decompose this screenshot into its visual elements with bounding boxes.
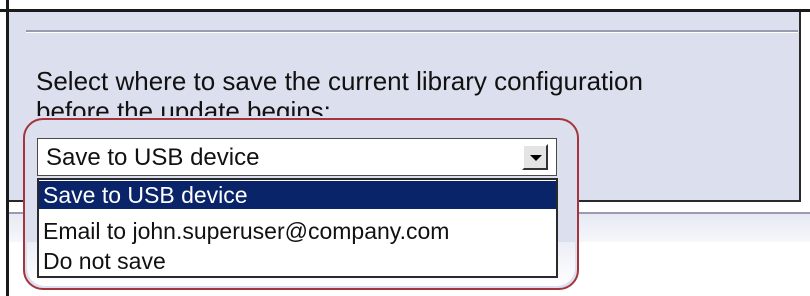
option-email[interactable]: Email to john.superuser@company.com <box>39 217 556 245</box>
panel-separator-highlight <box>26 32 798 33</box>
window-top-border <box>0 0 810 12</box>
screenshot-stage: Select where to save the current library… <box>0 0 810 296</box>
select-current-value: Save to USB device <box>46 144 260 171</box>
save-location-dropdown-list: Save to USB device Email to john.superus… <box>37 178 558 278</box>
prompt-line-2: before the update begins: <box>36 96 331 116</box>
prompt-line-1: Select where to save the current library… <box>36 66 643 96</box>
option-do-not-save[interactable]: Do not save <box>39 247 556 275</box>
save-location-prompt: Select where to save the current library… <box>36 66 736 116</box>
save-location-select[interactable]: Save to USB device <box>37 138 557 176</box>
dropdown-triangle <box>530 155 542 161</box>
option-save-to-usb[interactable]: Save to USB device <box>39 181 556 209</box>
chevron-down-icon[interactable] <box>522 144 548 170</box>
